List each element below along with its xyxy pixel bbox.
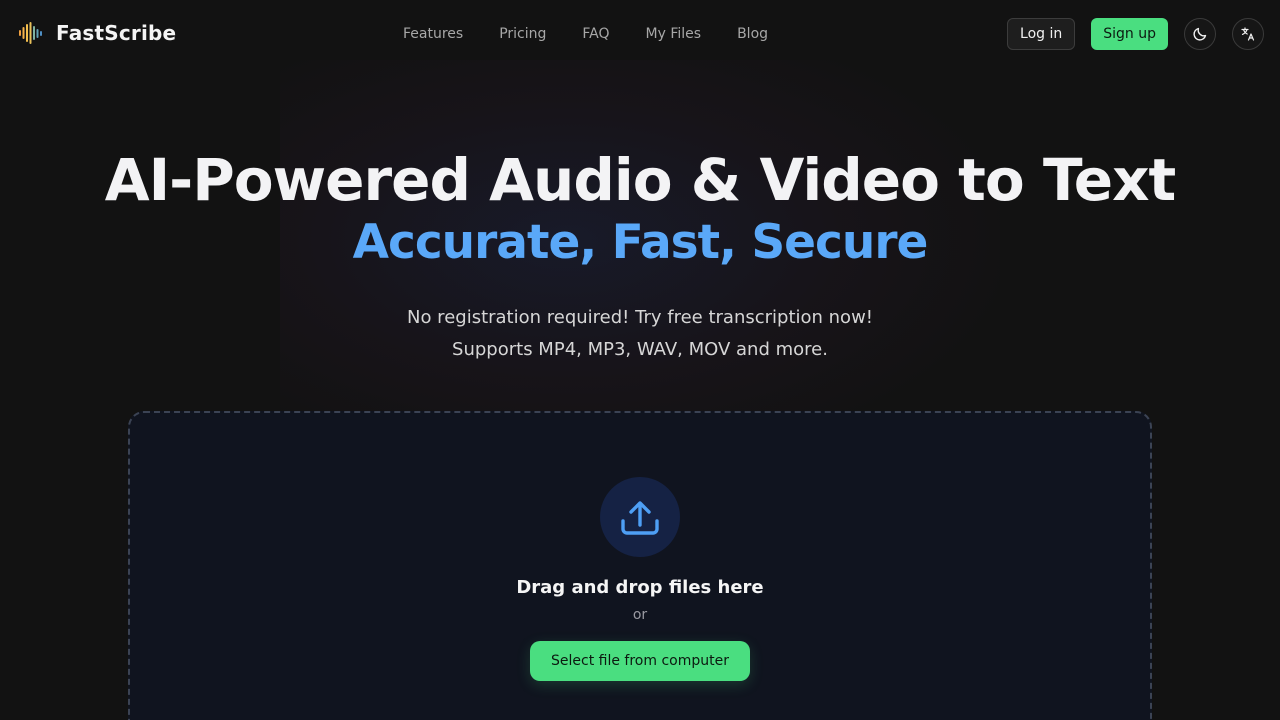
dropzone-title: Drag and drop files here [516, 577, 764, 598]
login-button[interactable]: Log in [1007, 18, 1076, 50]
hero-title: AI-Powered Audio & Video to Text [104, 146, 1177, 214]
moon-icon [1193, 27, 1207, 41]
header-actions: Log in Sign up [1007, 18, 1264, 50]
soundwave-logo-icon [19, 22, 42, 44]
language-button[interactable] [1232, 18, 1264, 50]
translate-icon [1241, 27, 1255, 41]
upload-icon [621, 501, 659, 535]
tagline-line-1: No registration required! Try free trans… [406, 307, 874, 328]
signup-button[interactable]: Sign up [1091, 18, 1168, 50]
brand-logo-link[interactable]: FastScribe [18, 20, 176, 46]
theme-toggle-button[interactable] [1184, 18, 1216, 50]
dropzone-or: or [632, 607, 648, 623]
nav-pricing[interactable]: Pricing [481, 26, 564, 42]
tagline-line-2: Supports MP4, MP3, WAV, MOV and more. [452, 339, 828, 360]
select-file-button[interactable]: Select file from computer [530, 641, 750, 681]
nav-features[interactable]: Features [385, 26, 481, 42]
page: FastScribe Features Pricing FAQ My Files… [0, 0, 1280, 720]
nav-blog[interactable]: Blog [719, 26, 786, 42]
hero-tagline: No registration required! Try free trans… [0, 302, 1280, 366]
nav-my-files[interactable]: My Files [628, 26, 720, 42]
file-dropzone[interactable]: Drag and drop files here or Select file … [128, 411, 1152, 720]
top-nav-bar: FastScribe Features Pricing FAQ My Files… [0, 0, 1280, 68]
brand-name: FastScribe [56, 21, 177, 45]
main-nav: Features Pricing FAQ My Files Blog [385, 0, 786, 68]
nav-faq[interactable]: FAQ [564, 26, 627, 42]
hero-subtitle: Accurate, Fast, Secure [352, 215, 929, 270]
upload-icon-badge [600, 477, 680, 557]
